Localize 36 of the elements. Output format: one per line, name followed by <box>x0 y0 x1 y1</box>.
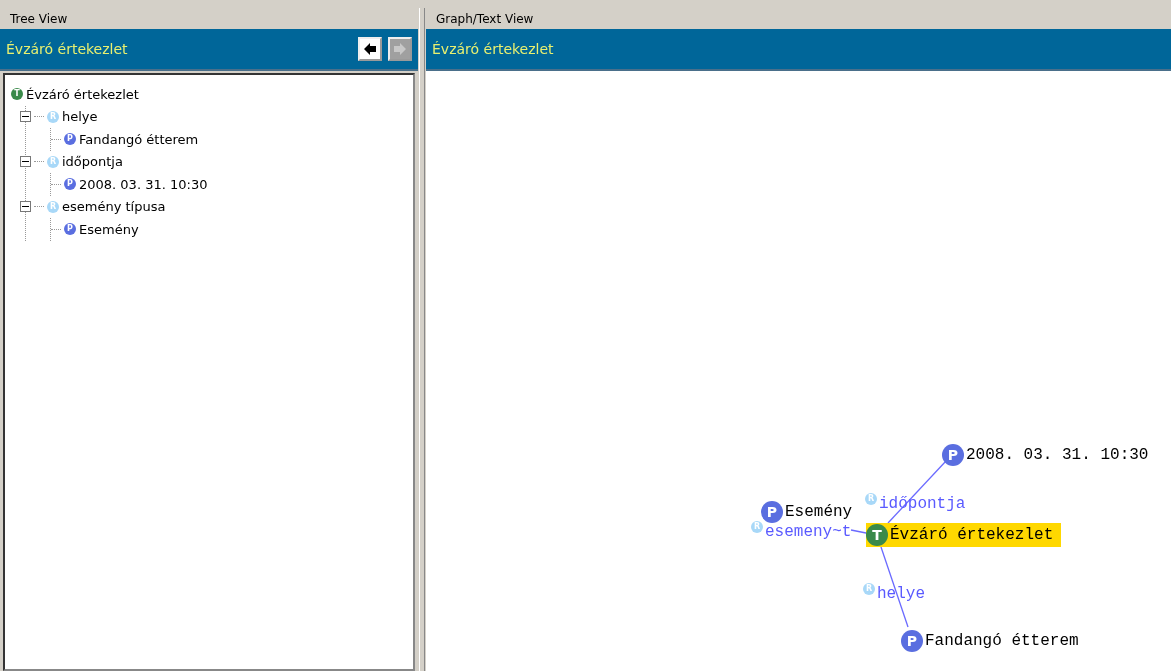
tree-item[interactable]: helye <box>62 109 98 125</box>
edge-line <box>850 529 867 534</box>
node-label[interactable]: Évzáró értekezlet <box>890 526 1054 544</box>
role-icon: R <box>865 493 877 505</box>
player-icon: P <box>761 501 783 523</box>
arrow-icon <box>362 41 378 57</box>
role-icon: R <box>47 200 59 213</box>
node-label[interactable]: esemeny~t <box>765 523 852 541</box>
node-label[interactable]: Fandangó étterem <box>925 632 1079 650</box>
header-title: Évzáró értekezlet <box>432 41 554 57</box>
role-icon: R <box>751 521 763 533</box>
collapse-toggle[interactable] <box>20 201 31 213</box>
header-title: Évzáró értekezlet <box>6 41 128 57</box>
player-icon: P <box>64 223 76 236</box>
role-icon: R <box>863 583 875 595</box>
node-label[interactable]: 2008. 03. 31. 10:30 <box>966 446 1149 464</box>
tree-item[interactable]: időpontja <box>62 154 123 170</box>
player-icon: P <box>64 133 76 146</box>
player-icon: P <box>942 444 964 466</box>
role-icon: R <box>47 155 59 168</box>
selected-node[interactable]: T Évzáró értekezlet <box>866 523 1062 547</box>
tree-item[interactable]: Esemény <box>79 221 139 237</box>
topic-icon: T <box>866 524 888 546</box>
tree-item[interactable]: 2008. 03. 31. 10:30 <box>79 176 208 192</box>
tree-item[interactable]: esemény típusa <box>62 199 166 215</box>
back-button[interactable] <box>358 37 382 61</box>
role-icon: R <box>47 110 59 123</box>
topic-icon: T <box>11 88 23 101</box>
player-icon: P <box>64 178 76 191</box>
node-label[interactable]: Esemény <box>785 503 853 521</box>
collapse-toggle[interactable] <box>20 111 31 123</box>
arrow-icon <box>392 41 408 57</box>
collapse-toggle[interactable] <box>20 156 31 168</box>
tree-item[interactable]: Fandangó étterem <box>79 131 199 147</box>
player-icon: P <box>901 630 923 652</box>
tree-item[interactable]: Évzáró értekezlet <box>26 86 139 102</box>
